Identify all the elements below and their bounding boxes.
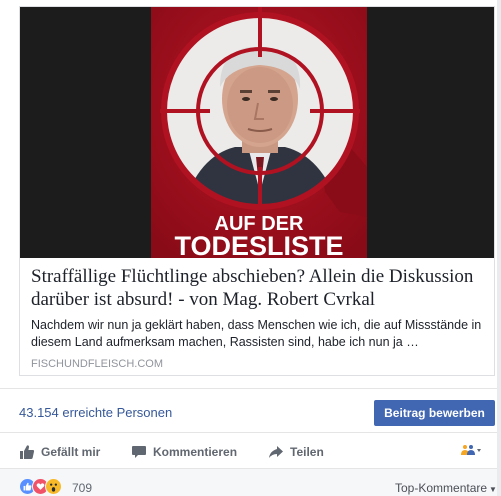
comment-label: Kommentieren (153, 445, 238, 459)
poster-title-line2: TODESLISTE (174, 231, 343, 258)
link-domain: FISCHUNDFLEISCH.COM (31, 358, 164, 370)
reaction-icons[interactable] (19, 478, 62, 495)
facebook-post: AUF DER TODESLISTE Straffällige Flüchtli… (0, 0, 501, 496)
action-bar: Gefällt mir Kommentieren Teilen (0, 432, 501, 468)
audience-friends-icon (461, 445, 481, 455)
reaction-count[interactable]: 709 (72, 481, 92, 495)
audience-selector[interactable] (460, 444, 482, 456)
comment-bubble-icon (132, 446, 146, 458)
reactions-row: 709 Top-Kommentare ▼ (0, 468, 501, 496)
link-meta[interactable]: Straffällige Flüchtlinge abschieben? All… (31, 265, 484, 371)
thumbs-up-icon (20, 445, 35, 459)
reach-count-link[interactable]: 43.154 erreichte Personen (19, 405, 172, 420)
like-label: Gefällt mir (41, 445, 101, 459)
link-description: Nachdem wir nun ja geklärt haben, dass M… (31, 318, 482, 349)
chevron-down-icon: ▼ (489, 485, 497, 494)
like-button[interactable]: Gefällt mir (19, 444, 100, 460)
poster-illustration: AUF DER TODESLISTE (20, 7, 494, 258)
scroll-edge (497, 0, 501, 496)
link-title[interactable]: Straffällige Flüchtlinge abschieben? All… (31, 265, 484, 311)
share-arrow-icon (269, 446, 283, 458)
comment-button[interactable]: Kommentieren (131, 444, 237, 460)
share-button[interactable]: Teilen (268, 444, 324, 460)
share-label: Teilen (290, 445, 324, 459)
wow-reaction-icon (45, 478, 62, 495)
comment-sort-dropdown[interactable]: Top-Kommentare ▼ (395, 481, 497, 495)
insights-row: 43.154 erreichte Personen Beitrag bewerb… (0, 388, 501, 432)
link-preview-image[interactable]: AUF DER TODESLISTE (20, 7, 494, 258)
comment-sort-label: Top-Kommentare (395, 481, 488, 495)
boost-post-button[interactable]: Beitrag bewerben (374, 400, 495, 426)
link-preview-card[interactable]: AUF DER TODESLISTE Straffällige Flüchtli… (19, 6, 495, 376)
